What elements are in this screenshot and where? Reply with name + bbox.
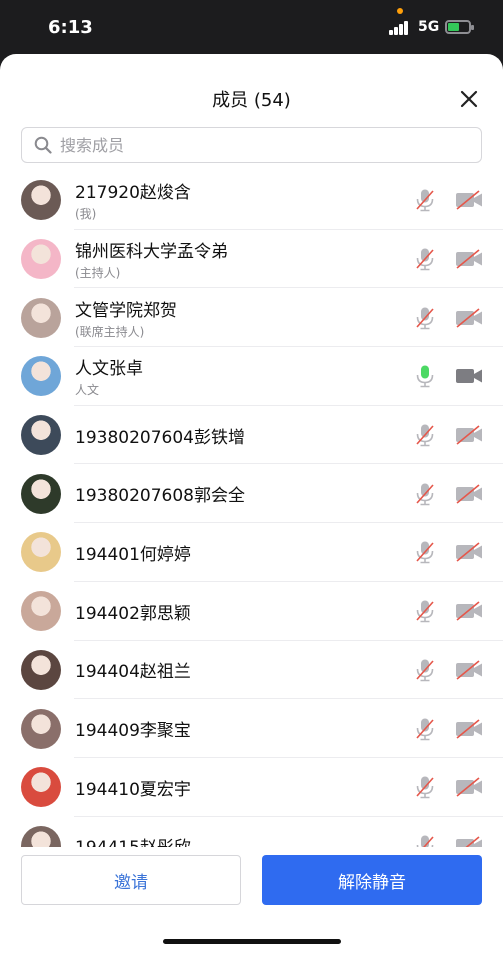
- network-label: 5G: [418, 19, 440, 35]
- close-button[interactable]: [456, 86, 482, 112]
- camera-off-icon[interactable]: [454, 834, 484, 847]
- avatar: [21, 297, 61, 338]
- invite-button[interactable]: 邀请: [21, 855, 241, 905]
- avatar: [21, 415, 61, 456]
- member-list: 217920赵焌含 (我) 锦州医科大学孟令弟 (主持人) 文管学院郑贺 (联席主持人) 人…: [0, 171, 503, 847]
- member-role: (联席主持人): [75, 324, 145, 339]
- member-name: 文管学院郑贺: [75, 300, 177, 321]
- member-row[interactable]: 文管学院郑贺 (联席主持人): [0, 288, 503, 347]
- member-row[interactable]: 194404赵祖兰: [0, 641, 503, 700]
- avatar: [21, 532, 61, 573]
- member-row[interactable]: 锦州医科大学孟令弟 (主持人): [0, 230, 503, 289]
- avatar: [21, 473, 61, 514]
- member-name: 194404赵祖兰: [75, 662, 191, 683]
- member-row[interactable]: 194402郭思颖: [0, 582, 503, 641]
- mic-muted-icon[interactable]: [413, 656, 437, 684]
- member-row[interactable]: 217920赵焌含 (我): [0, 171, 503, 230]
- member-name: 217920赵焌含: [75, 183, 191, 204]
- member-text: 文管学院郑贺 (联席主持人): [75, 296, 403, 340]
- camera-off-icon[interactable]: [454, 423, 484, 447]
- member-name: 194410夏宏宇: [75, 779, 191, 800]
- camera-off-icon[interactable]: [454, 247, 484, 271]
- mic-muted-icon[interactable]: [413, 480, 437, 508]
- unmute-all-button[interactable]: 解除静音: [262, 855, 482, 905]
- footer: 邀请 解除静音: [0, 847, 503, 953]
- member-row[interactable]: 19380207608郭会全: [0, 464, 503, 523]
- close-icon: [460, 90, 478, 108]
- avatar: [21, 825, 61, 847]
- avatar: [21, 649, 61, 690]
- home-indicator: [163, 939, 341, 944]
- avatar: [21, 180, 61, 221]
- avatar: [21, 239, 61, 280]
- avatar: [21, 356, 61, 397]
- member-role: 人文: [75, 383, 100, 398]
- member-row[interactable]: 19380207604彭铁增: [0, 406, 503, 465]
- camera-off-icon[interactable]: [454, 540, 484, 564]
- camera-off-icon[interactable]: [454, 775, 484, 799]
- mic-muted-icon[interactable]: [413, 421, 437, 449]
- mic-muted-icon[interactable]: [413, 304, 437, 332]
- member-name: 194401何婷婷: [75, 544, 191, 565]
- member-text: 人文张卓 人文: [75, 354, 403, 398]
- members-sheet: 成员 (54) 217920赵焌含 (我) 锦州医科大学孟令弟 (主持人) 文管学院郑贺…: [0, 54, 503, 953]
- camera-off-icon[interactable]: [454, 188, 484, 212]
- member-row[interactable]: 194410夏宏宇: [0, 758, 503, 817]
- camera-off-icon[interactable]: [454, 482, 484, 506]
- member-text: 194409李聚宝: [75, 716, 403, 741]
- member-role: (主持人): [75, 266, 121, 281]
- member-text: 194404赵祖兰: [75, 657, 403, 682]
- mic-muted-icon[interactable]: [413, 715, 437, 743]
- member-name: 19380207604彭铁增: [75, 427, 245, 448]
- member-name: 194402郭思颖: [75, 603, 191, 624]
- member-name: 194415赵彤欣: [75, 833, 403, 847]
- battery-icon: [445, 20, 474, 34]
- search-icon: [34, 136, 52, 154]
- member-name: 人文张卓: [75, 359, 143, 380]
- camera-off-icon[interactable]: [454, 658, 484, 682]
- mic-muted-icon[interactable]: [413, 538, 437, 566]
- member-name: 锦州医科大学孟令弟: [75, 242, 228, 263]
- page-title: 成员 (54): [212, 90, 291, 111]
- mic-muted-icon[interactable]: [413, 186, 437, 214]
- member-row[interactable]: 194415赵彤欣: [0, 817, 503, 847]
- status-bar: 6:13 5G: [0, 0, 503, 56]
- member-row[interactable]: 194401何婷婷: [0, 523, 503, 582]
- signal-icon: [389, 21, 413, 35]
- member-text: 194401何婷婷: [75, 540, 403, 565]
- member-name: 194409李聚宝: [75, 721, 191, 742]
- member-text: 19380207604彭铁增: [75, 423, 403, 448]
- member-text: 217920赵焌含 (我): [75, 178, 403, 222]
- search-input[interactable]: [60, 135, 460, 155]
- member-text: 194410夏宏宇: [75, 775, 403, 800]
- search-box[interactable]: [21, 127, 482, 163]
- camera-off-icon[interactable]: [454, 306, 484, 330]
- mic-muted-icon[interactable]: [413, 773, 437, 801]
- privacy-indicator-dot: [397, 8, 403, 14]
- avatar: [21, 708, 61, 749]
- member-text: 锦州医科大学孟令弟 (主持人): [75, 237, 403, 281]
- mic-muted-icon[interactable]: [413, 832, 437, 847]
- camera-off-icon[interactable]: [454, 599, 484, 623]
- member-text: 19380207608郭会全: [75, 481, 403, 506]
- member-name: 19380207608郭会全: [75, 486, 245, 507]
- camera-off-icon[interactable]: [454, 717, 484, 741]
- avatar: [21, 591, 61, 632]
- mic-active-icon[interactable]: [413, 362, 437, 390]
- status-time: 6:13: [48, 17, 93, 38]
- mic-muted-icon[interactable]: [413, 245, 437, 273]
- avatar: [21, 767, 61, 808]
- member-text: 194415赵彤欣: [75, 833, 403, 847]
- camera-icon[interactable]: [454, 364, 484, 388]
- member-text: 194402郭思颖: [75, 599, 403, 624]
- member-row[interactable]: 194409李聚宝: [0, 699, 503, 758]
- mic-muted-icon[interactable]: [413, 597, 437, 625]
- member-row[interactable]: 人文张卓 人文: [0, 347, 503, 406]
- member-role: (我): [75, 207, 97, 222]
